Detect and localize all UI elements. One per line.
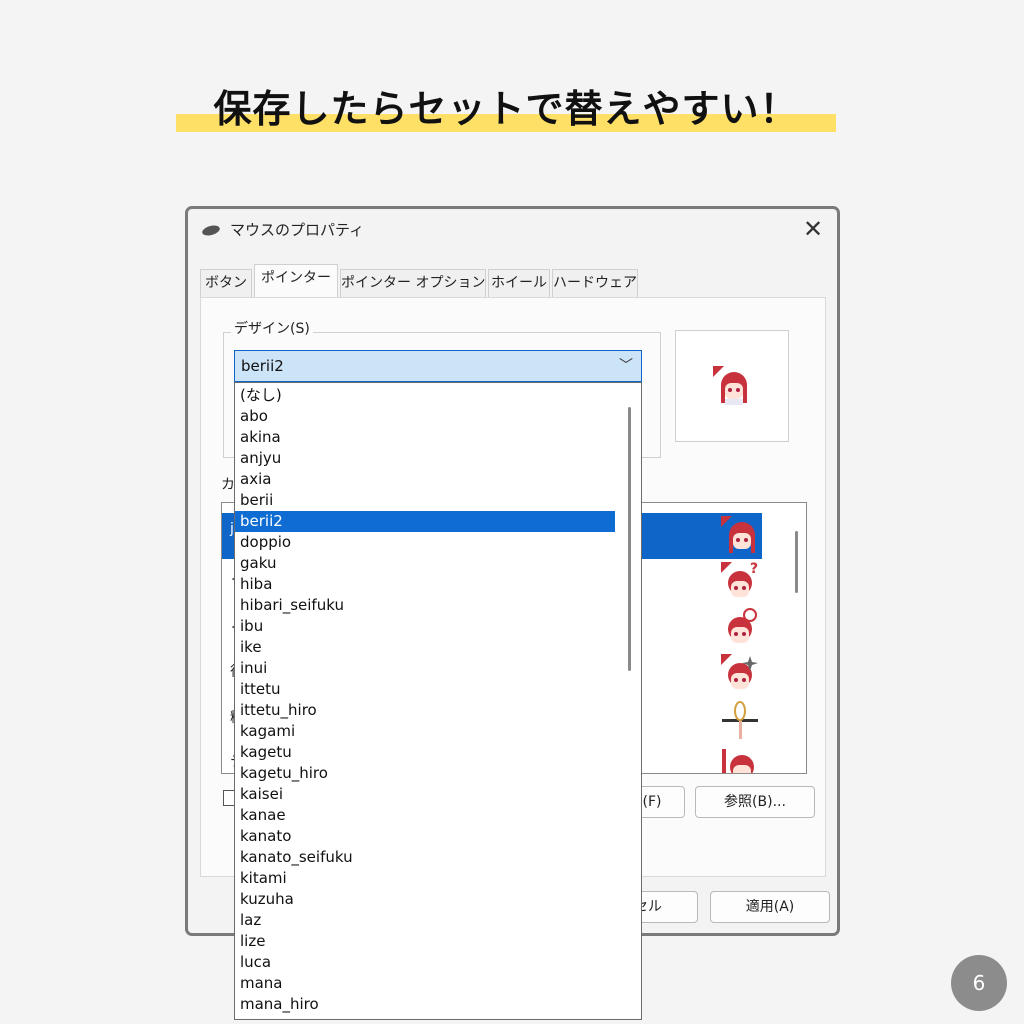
headline-text: 保存したらセットで替えやすい！ bbox=[213, 87, 799, 131]
dropdown-item[interactable]: akina bbox=[235, 427, 615, 448]
anime-girl-spark-icon bbox=[721, 654, 758, 689]
browse-button[interactable]: 参照(B)... bbox=[695, 786, 815, 818]
dropdown-item[interactable]: inui bbox=[235, 658, 615, 679]
tab-pointer-options[interactable]: ポインター オプション bbox=[340, 269, 486, 297]
dropdown-item[interactable]: kanato_seifuku bbox=[235, 847, 615, 868]
dropdown-item[interactable]: kanae bbox=[235, 805, 615, 826]
tab-hardware[interactable]: ハードウェア bbox=[552, 269, 638, 297]
svg-text:?: ? bbox=[750, 561, 758, 577]
anime-girl-text-icon bbox=[722, 749, 754, 773]
dropdown-scrollbar[interactable] bbox=[628, 407, 631, 671]
dropdown-item[interactable]: kuzuha bbox=[235, 889, 615, 910]
dropdown-item[interactable]: ittetu_hiro bbox=[235, 700, 615, 721]
dropdown-item[interactable]: (なし) bbox=[235, 385, 615, 406]
anime-girl-busy-icon bbox=[728, 608, 757, 643]
design-combobox[interactable]: berii2 ﹀ bbox=[234, 350, 642, 382]
dropdown-item[interactable]: berii bbox=[235, 490, 615, 511]
anime-girl-question-icon: ? bbox=[721, 561, 758, 597]
dropdown-item[interactable]: laz bbox=[235, 910, 615, 931]
dropdown-item[interactable]: ittetu bbox=[235, 679, 615, 700]
anime-girl-cursor-icon bbox=[721, 516, 755, 553]
cursor-list-scrollbar[interactable] bbox=[795, 531, 798, 593]
dropdown-item[interactable]: kagetu bbox=[235, 742, 615, 763]
anime-girl-cursor-icon bbox=[713, 366, 747, 405]
dropdown-item[interactable]: ike bbox=[235, 637, 615, 658]
crosshair-whisk-icon bbox=[722, 701, 758, 739]
dropdown-item[interactable]: mana_hiro bbox=[235, 994, 615, 1015]
apply-button[interactable]: 適用(A) bbox=[710, 891, 830, 923]
dropdown-item[interactable]: abo bbox=[235, 406, 615, 427]
cursor-preview bbox=[675, 330, 789, 442]
dropdown-item[interactable]: kaisei bbox=[235, 784, 615, 805]
dropdown-item[interactable]: axia bbox=[235, 469, 615, 490]
design-group-label: デザイン(S) bbox=[231, 318, 313, 338]
dropdown-item[interactable]: luca bbox=[235, 952, 615, 973]
dialog-title: マウスのプロパティ bbox=[230, 221, 365, 239]
customize-label: カ bbox=[221, 477, 235, 493]
dropdown-item[interactable]: kitami bbox=[235, 868, 615, 889]
design-dropdown-list[interactable]: (なし) abo akina anjyu axia berii berii2 doppio ga… bbox=[234, 382, 642, 1020]
dropdown-item[interactable]: hiba bbox=[235, 574, 615, 595]
close-button[interactable]: ✕ bbox=[797, 213, 829, 245]
headline: 保存したらセットで替えやすい！ bbox=[176, 84, 836, 140]
dropdown-item[interactable]: doppio bbox=[235, 532, 615, 553]
chevron-down-icon: ﹀ bbox=[619, 358, 633, 374]
dropdown-item[interactable]: berii2 bbox=[235, 511, 615, 532]
dropdown-item[interactable]: kagami bbox=[235, 721, 615, 742]
slide: 保存したらセットで替えやすい！ マウスのプロパティ ✕ ボタン ポインター ポイ… bbox=[0, 0, 1024, 1024]
dropdown-item[interactable]: lize bbox=[235, 931, 615, 952]
tab-wheel[interactable]: ホイール bbox=[488, 269, 550, 297]
tab-pointers[interactable]: ポインター bbox=[254, 264, 338, 297]
mouse-icon bbox=[201, 223, 221, 238]
tab-buttons[interactable]: ボタン bbox=[200, 269, 252, 297]
dropdown-item[interactable]: hibari_seifuku bbox=[235, 595, 615, 616]
combo-value: berii2 bbox=[241, 357, 284, 375]
page-number-badge: 6 bbox=[951, 955, 1007, 1011]
dropdown-item[interactable]: ibu bbox=[235, 616, 615, 637]
dropdown-item[interactable]: gaku bbox=[235, 553, 615, 574]
dropdown-item[interactable]: mana bbox=[235, 973, 615, 994]
titlebar: マウスのプロパティ ✕ bbox=[188, 209, 837, 251]
dropdown-item[interactable]: kagetu_hiro bbox=[235, 763, 615, 784]
dropdown-item[interactable]: kanato bbox=[235, 826, 615, 847]
dropdown-item[interactable]: anjyu bbox=[235, 448, 615, 469]
